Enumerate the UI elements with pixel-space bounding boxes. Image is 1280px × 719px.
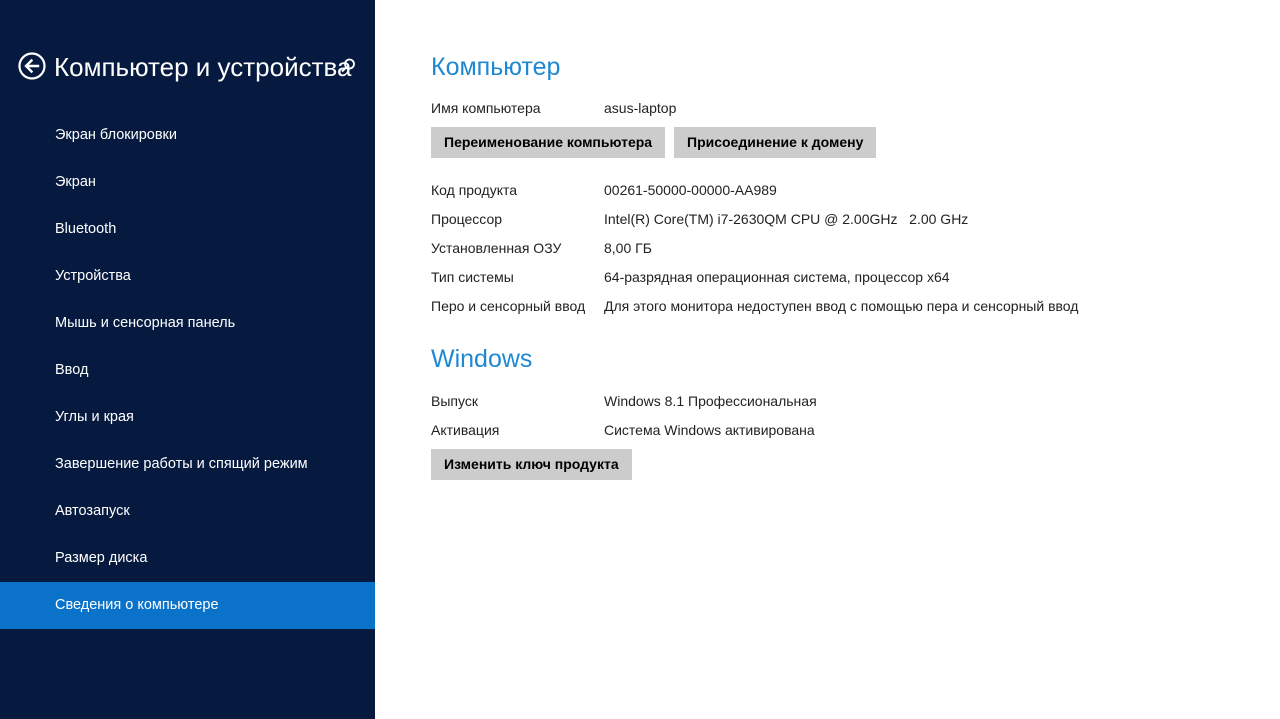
change-product-key-button[interactable]: Изменить ключ продукта	[431, 449, 632, 480]
sidebar: Компьютер и устройства Экран блокировки …	[0, 0, 375, 719]
sidebar-item-lock-screen[interactable]: Экран блокировки	[0, 112, 375, 159]
pen-touch-label: Перо и сенсорный ввод	[431, 298, 586, 314]
join-domain-button[interactable]: Присоединение к домену	[674, 127, 877, 158]
main-content: Компьютер Имя компьютера asus-laptop Пер…	[431, 0, 1261, 719]
back-button[interactable]	[18, 52, 46, 80]
edition-value: Windows 8.1 Профессиональная	[604, 393, 817, 409]
sidebar-nav: Экран блокировки Экран Bluetooth Устройс…	[0, 112, 375, 629]
system-type-value: 64-разрядная операционная система, проце…	[604, 269, 950, 285]
system-type-label: Тип системы	[431, 269, 514, 285]
sidebar-item-display[interactable]: Экран	[0, 159, 375, 206]
sidebar-item-mouse-touchpad[interactable]: Мышь и сенсорная панель	[0, 300, 375, 347]
page-title: Компьютер и устройства	[54, 52, 352, 82]
sidebar-header: Компьютер и устройства	[18, 50, 363, 84]
pen-touch-value: Для этого монитора недоступен ввод с пом…	[604, 298, 1079, 314]
sidebar-item-typing[interactable]: Ввод	[0, 347, 375, 394]
edition-label: Выпуск	[431, 393, 478, 409]
product-id-value: 00261-50000-00000-AA989	[604, 182, 777, 198]
ram-label: Установленная ОЗУ	[431, 240, 562, 256]
sidebar-item-power-sleep[interactable]: Завершение работы и спящий режим	[0, 441, 375, 488]
computer-name-label: Имя компьютера	[431, 100, 541, 116]
back-arrow-icon	[18, 52, 46, 80]
sidebar-item-disk-space[interactable]: Размер диска	[0, 535, 375, 582]
sidebar-item-autoplay[interactable]: Автозапуск	[0, 488, 375, 535]
sidebar-item-devices[interactable]: Устройства	[0, 253, 375, 300]
sidebar-item-pc-info[interactable]: Сведения о компьютере	[0, 582, 375, 629]
ram-value: 8,00 ГБ	[604, 240, 652, 256]
processor-label: Процессор	[431, 211, 503, 227]
sidebar-item-bluetooth[interactable]: Bluetooth	[0, 206, 375, 253]
search-button[interactable]	[338, 56, 358, 76]
processor-value: Intel(R) Core(TM) i7-2630QM CPU @ 2.00GH…	[604, 211, 969, 227]
computer-section-heading: Компьютер	[431, 53, 561, 81]
computer-name-value: asus-laptop	[604, 100, 677, 116]
activation-value: Система Windows активирована	[604, 422, 815, 438]
windows-section-heading: Windows	[431, 345, 533, 373]
product-id-label: Код продукта	[431, 182, 518, 198]
sidebar-item-corners-edges[interactable]: Углы и края	[0, 394, 375, 441]
activation-label: Активация	[431, 422, 500, 438]
rename-pc-button[interactable]: Переименование компьютера	[431, 127, 666, 158]
search-icon	[341, 58, 355, 73]
